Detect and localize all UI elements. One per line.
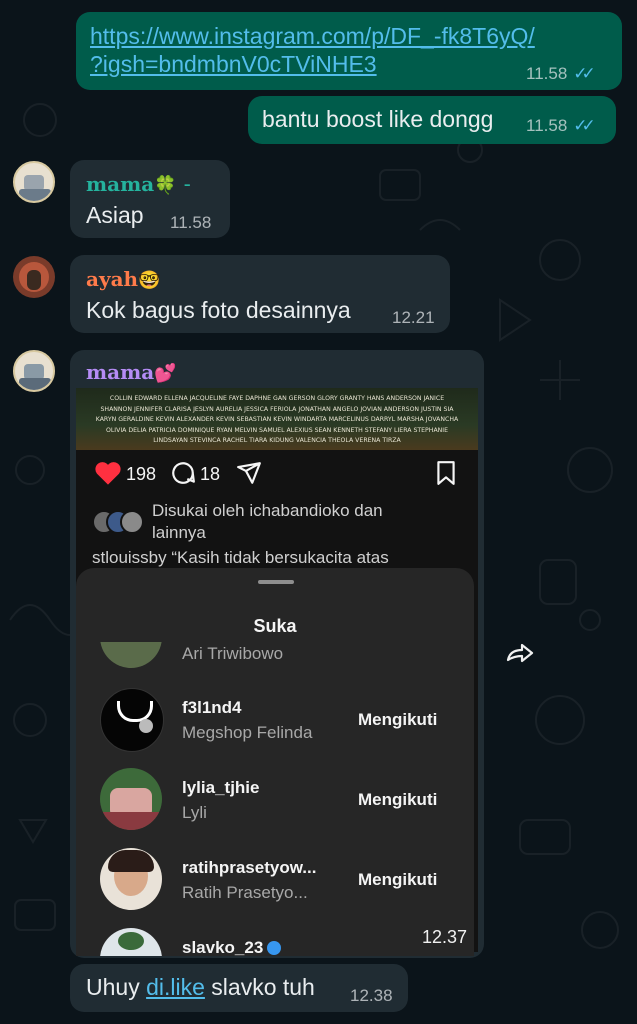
- message-time: 11.58: [526, 64, 568, 83]
- message-time: 12.38: [350, 986, 393, 1005]
- forward-icon: [506, 643, 534, 663]
- user-avatar: [100, 768, 162, 830]
- username: lylia_tjhie: [182, 778, 260, 797]
- incoming-message-ayah[interactable]: ayah🤓 Kok bagus foto desainnya 12.21: [70, 255, 450, 333]
- liked-by-text[interactable]: Disukai oleh ichabandioko dan lainnya: [152, 500, 383, 544]
- sheet-drag-handle[interactable]: [258, 580, 294, 584]
- incoming-message-mama-asiap[interactable]: mama🍀 - Asiap 11.58: [70, 160, 230, 238]
- username: slavko_23: [182, 938, 282, 956]
- message-text: Kok bagus foto desainnya: [86, 297, 351, 323]
- liked-by-avatars: [92, 510, 144, 534]
- user-fullname: Megshop Felinda: [182, 723, 313, 742]
- message-meta: 11.58 ✓✓: [526, 116, 596, 136]
- user-avatar: [100, 642, 162, 668]
- partial-row-top[interactable]: Ari Triwibowo: [76, 642, 474, 672]
- likes-bottom-sheet[interactable]: Suka Ari Triwibowo f3l1nd4 Megshop Felin…: [76, 568, 474, 956]
- inline-link[interactable]: di.like: [146, 974, 205, 1000]
- poster-names: OLIVIA DELIA PATRICIA DOMINIQUE RYAN MEL…: [105, 426, 449, 434]
- poster-names: LINDSAYAN STEVINCA RACHEL TIARA KIDUNG V…: [153, 437, 401, 444]
- sender-name: mama💕: [86, 360, 177, 384]
- forward-button[interactable]: [496, 630, 544, 678]
- outgoing-boost-message[interactable]: bantu boost like dongg 11.58 ✓✓: [248, 96, 616, 144]
- user-fullname: Lyli: [182, 803, 207, 822]
- like-row[interactable]: ratihprasetyow... Ratih Prasetyo... Meng…: [76, 848, 474, 910]
- username: ratihprasetyow...: [182, 858, 317, 877]
- message-time: 12.21: [392, 308, 435, 327]
- message-time: 11.58: [170, 213, 212, 232]
- sender-name: ayah🤓: [86, 267, 161, 291]
- following-button[interactable]: Mengikuti: [358, 790, 437, 810]
- user-avatar: [100, 688, 164, 752]
- like-count: 198: [126, 464, 157, 484]
- user-fullname: Ari Triwibowo: [182, 644, 284, 663]
- username: f3l1nd4: [182, 698, 242, 717]
- bookmark-icon[interactable]: [434, 460, 458, 491]
- user-avatar: [100, 928, 162, 956]
- message-meta: 11.58 ✓✓: [526, 64, 596, 84]
- instagram-link[interactable]: https://www.instagram.com/p/DF_-fk8T6yQ/…: [90, 22, 535, 78]
- poster-names: COLLIN EDWARD ELLENA JACQUELINE FAYE DAP…: [109, 395, 445, 402]
- incoming-message-last[interactable]: Uhuy di.like slavko tuh 12.38: [70, 964, 408, 1012]
- sheet-title: Suka: [253, 616, 297, 636]
- message-time: 11.58: [526, 116, 568, 135]
- following-button[interactable]: Mengikuti: [358, 870, 437, 890]
- mama-avatar[interactable]: [13, 161, 55, 203]
- poster-names: SHANNON JENNIFER CLARISA JESLYN AURELIA …: [100, 405, 454, 413]
- user-fullname: Ratih Prasetyo...: [182, 883, 308, 902]
- message-text: Uhuy di.like slavko tuh: [86, 974, 315, 1000]
- ayah-avatar[interactable]: [13, 256, 55, 298]
- like-row[interactable]: lylia_tjhie Lyli Mengikuti: [76, 768, 474, 830]
- heart-icon[interactable]: [94, 460, 122, 491]
- user-avatar: [100, 848, 162, 910]
- read-receipt-icon: ✓✓: [573, 64, 595, 83]
- like-row[interactable]: f3l1nd4 Megshop Felinda Mengikuti: [76, 688, 474, 752]
- post-image: COLLIN EDWARD ELLENA JACQUELINE FAYE DAP…: [76, 388, 478, 450]
- sender-name: mama🍀 -: [86, 172, 191, 196]
- share-icon[interactable]: [236, 460, 262, 491]
- comment-icon[interactable]: [170, 460, 196, 491]
- partial-row-bottom[interactable]: slavko_23: [76, 928, 474, 956]
- following-button[interactable]: Mengikuti: [358, 710, 437, 730]
- read-receipt-icon: ✓✓: [573, 116, 595, 135]
- comment-count: 18: [200, 464, 221, 484]
- poster-names: KARYN GERALDINE KEVIN ALEXANDER KEVIN SE…: [95, 416, 459, 423]
- message-text: bantu boost like dongg: [262, 106, 494, 132]
- mama-avatar[interactable]: [13, 350, 55, 392]
- message-text: Asiap: [86, 202, 144, 228]
- verified-badge-icon: [267, 941, 282, 955]
- post-caption: stlouissby “Kasih tidak bersukacita atas: [92, 548, 389, 567]
- outgoing-link-message[interactable]: https://www.instagram.com/p/DF_-fk8T6yQ/…: [76, 12, 622, 90]
- image-message-time: 12.37: [422, 927, 468, 947]
